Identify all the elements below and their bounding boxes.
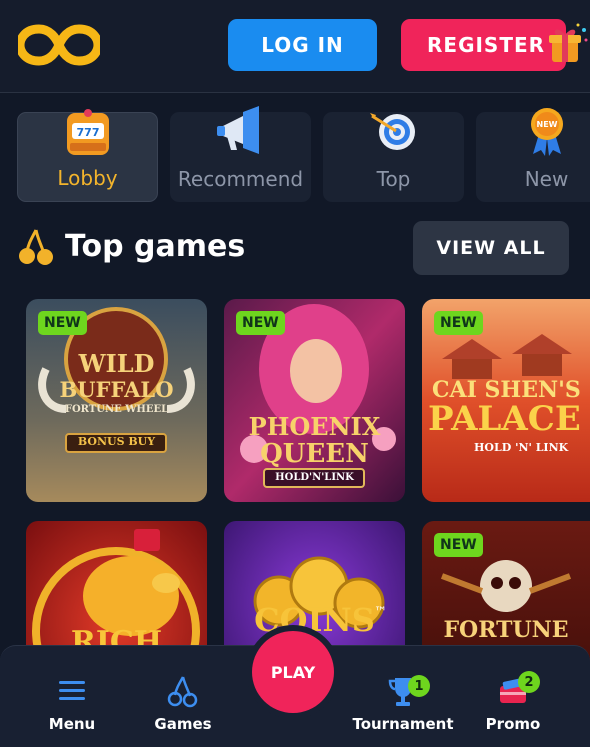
category-tabs: 777 Lobby Recommend Top NEW New [0,93,590,213]
hamburger-menu-icon [59,681,85,700]
gift-icon [549,23,588,62]
cherry-icon [19,229,53,265]
slot-machine-icon: 777 [66,109,109,155]
header: LOG IN REGISTER [0,0,590,93]
cherry-icon [167,676,198,708]
svg-text:NEW: NEW [536,120,557,129]
nav-games[interactable]: Games [128,646,238,747]
trademark-mark: ™ [374,605,387,620]
tab-recommend[interactable]: Recommend [170,106,311,202]
game-title-line: BUFFALO [59,377,174,402]
nav-menu[interactable]: Menu [17,646,127,747]
section-title: Top games [65,229,246,264]
infinity-logo-icon[interactable] [18,22,100,68]
game-subtitle: BONUS BUY [77,435,156,448]
register-button[interactable]: REGISTER [401,19,566,71]
nav-label: Promo [485,715,541,733]
tab-label: New [524,167,569,191]
new-medal-icon: NEW [530,108,563,156]
svg-text:777: 777 [76,126,99,139]
tab-label: Recommend [177,167,304,191]
new-badge: NEW [434,533,483,557]
nav-label: Tournament [352,715,454,733]
tab-lobby[interactable]: 777 Lobby [17,109,158,202]
game-title-line: WILD [78,349,155,378]
tournament-count-badge: 1 [408,675,430,697]
nav-label: Games [154,715,212,733]
game-card-phoenix-queen[interactable]: NEW PHOENIX QUEEN HOLD'N'LINK [224,299,405,502]
tab-top[interactable]: Top [323,112,464,202]
nav-tournament[interactable]: 1 Tournament [348,646,458,747]
game-subtitle: HOLD 'N' LINK [474,441,569,454]
tab-label: Top [376,167,411,191]
game-card-wild-buffalo[interactable]: NEW WILD BUFFALO FORTUNE WHEEL BONUS BUY [26,299,207,502]
game-subtitle: HOLD'N'LINK [275,472,354,483]
play-button[interactable]: PLAY [252,631,334,713]
game-title-line: QUEEN [260,439,369,469]
target-icon [369,113,415,150]
tab-new[interactable]: NEW New [476,108,590,202]
new-badge: NEW [434,311,483,335]
new-badge: NEW [236,311,285,335]
nav-promo[interactable]: 2 Promo [458,646,568,747]
nav-label: Menu [48,715,96,733]
promo-count-badge: 2 [518,671,540,693]
game-title-line: FORTUNE [443,617,569,643]
megaphone-icon [216,106,259,154]
game-title-line: PHOENIX [248,412,381,441]
tab-label: Lobby [57,166,118,190]
login-button[interactable]: LOG IN [228,19,377,71]
game-title-line: PALACE [428,399,581,439]
view-all-button[interactable]: VIEW ALL [413,221,569,275]
game-subtitle: FORTUNE WHEEL [64,404,169,415]
new-badge: NEW [38,311,87,335]
game-card-cai-shens-palace[interactable]: NEW CAI SHEN'S PALACE HOLD 'N' LINK [422,299,590,502]
